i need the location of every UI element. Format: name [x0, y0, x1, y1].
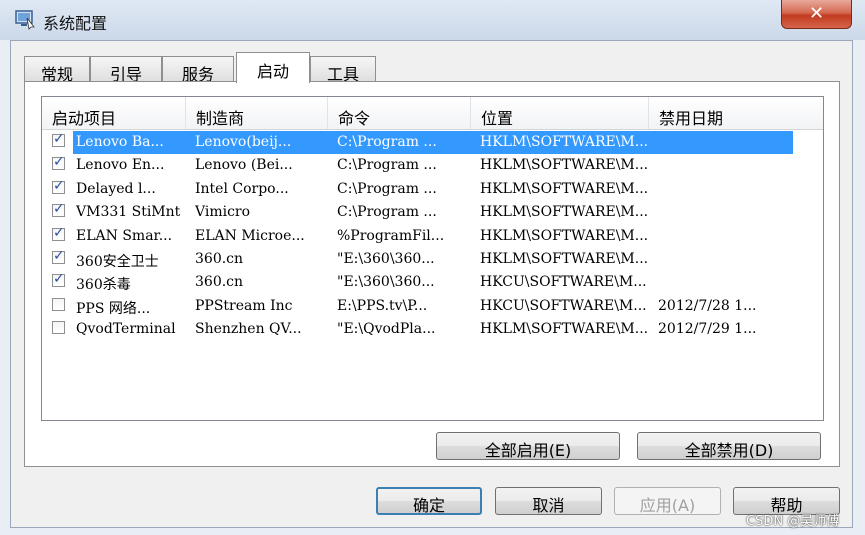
table-row[interactable]: ✓ 360安全卫士 360.cn "E:\360\360... HKLM\SOFTWAR…: [42, 248, 823, 271]
checkmark-icon: ✓: [53, 177, 65, 194]
startup-list[interactable]: 启动项目 制造商 命令 位置 禁用日期 ✓ Lenovo Ba... Lenovo(…: [41, 96, 824, 421]
table-row[interactable]: ✓ Lenovo En... Lenovo (Bei... C:\Program ..…: [42, 154, 823, 177]
disable-all-button[interactable]: 全部禁用(D): [637, 432, 821, 460]
title-bar[interactable]: 系统配置 ✕: [0, 0, 865, 40]
command-cell: "E:\QvodPla...: [337, 321, 436, 338]
manufacturer-cell: ELAN Microe...: [195, 227, 305, 244]
startup-item-name: Lenovo Ba...: [76, 134, 164, 150]
manufacturer-cell: Lenovo (Bei...: [195, 157, 293, 174]
startup-checkbox[interactable]: ✓: [52, 131, 65, 147]
command-cell: C:\Program ...: [337, 157, 437, 174]
disabled-date-cell: 2012/7/29 1...: [658, 321, 757, 338]
location-cell: HKLM\SOFTWARE\M...: [480, 180, 648, 197]
table-row[interactable]: ✓ Lenovo Ba... Lenovo(beij... C:\Program ..…: [42, 131, 823, 154]
manufacturer-cell: 360.cn: [195, 251, 244, 267]
startup-checkbox[interactable]: ✓: [52, 201, 65, 218]
watermark: CSDN @吴师傅: [746, 514, 840, 529]
table-row[interactable]: ✓ ELAN Smar... ELAN Microe... %ProgramFil..…: [42, 225, 823, 248]
startup-item-name: 360安全卫士: [76, 254, 159, 270]
location-cell: HKLM\SOFTWARE\M...: [480, 321, 648, 338]
table-row[interactable]: ✓ 360杀毒 360.cn "E:\360\360... HKCU\SOFTWARE\…: [42, 271, 823, 294]
command-cell: C:\Program ...: [337, 180, 437, 197]
startup-checkbox[interactable]: ✓: [52, 271, 65, 288]
window-title: 系统配置: [43, 14, 108, 33]
startup-item-name: QvodTerminal: [76, 321, 176, 338]
checkmark-icon: ✓: [53, 248, 65, 264]
table-row[interactable]: PPS 网络... PPStream Inc E:\PPS.tv\P... HKCU\…: [42, 295, 823, 318]
command-cell: C:\Program ...: [337, 134, 437, 150]
cancel-button[interactable]: 取消: [495, 487, 602, 515]
tab-general[interactable]: 常规: [24, 56, 90, 84]
column-disabled-date[interactable]: 禁用日期: [649, 97, 823, 129]
location-cell: HKLM\SOFTWARE\M...: [480, 204, 648, 221]
checkmark-icon: ✓: [53, 201, 65, 218]
checkmark-icon: ✓: [53, 131, 65, 147]
tab-startup[interactable]: 启动: [236, 52, 310, 83]
startup-checkbox[interactable]: ✓: [52, 248, 65, 264]
command-cell: %ProgramFil...: [337, 227, 445, 244]
command-cell: "E:\360\360...: [337, 274, 435, 291]
checkmark-icon: ✓: [53, 154, 65, 171]
manufacturer-cell: 360.cn: [195, 274, 244, 291]
location-cell: HKCU\SOFTWARE\M...: [480, 297, 647, 314]
manufacturer-cell: Intel Corpo...: [195, 180, 289, 197]
apply-button[interactable]: 应用(A): [614, 487, 721, 515]
startup-checkbox[interactable]: [52, 321, 65, 335]
monitor-icon: [15, 10, 35, 30]
manufacturer-cell: Lenovo(beij...: [195, 134, 292, 150]
location-cell: HKCU\SOFTWARE\M...: [480, 274, 647, 291]
checkmark-icon: ✓: [53, 224, 65, 241]
startup-checkbox[interactable]: [52, 297, 65, 311]
table-row[interactable]: ✓ Delayed l... Intel Corpo... C:\Program ..…: [42, 178, 823, 201]
column-startup-item[interactable]: 启动项目: [42, 97, 186, 129]
startup-checkbox[interactable]: ✓: [52, 177, 65, 194]
enable-all-button[interactable]: 全部启用(E): [436, 432, 620, 460]
location-cell: HKLM\SOFTWARE\M...: [480, 227, 648, 244]
tab-tools[interactable]: 工具: [310, 56, 376, 84]
startup-item-name: PPS 网络...: [76, 300, 151, 317]
startup-item-name: ELAN Smar...: [76, 227, 173, 244]
close-button[interactable]: ✕: [781, 0, 852, 29]
command-cell: "E:\360\360...: [337, 251, 435, 267]
startup-item-name: VM331 StiMnt: [76, 204, 181, 221]
tab-services[interactable]: 服务: [162, 56, 234, 84]
manufacturer-cell: Shenzhen QV...: [195, 321, 302, 338]
table-row[interactable]: ✓ VM331 StiMnt Vimicro C:\Program ... HKLM\S…: [42, 201, 823, 224]
list-header: 启动项目 制造商 命令 位置 禁用日期: [42, 97, 823, 130]
checkmark-icon: ✓: [53, 271, 65, 288]
startup-checkbox[interactable]: ✓: [52, 154, 65, 171]
manufacturer-cell: Vimicro: [195, 204, 251, 221]
disabled-date-cell: 2012/7/28 1...: [658, 297, 757, 314]
startup-item-name: Lenovo En...: [76, 157, 165, 174]
command-cell: E:\PPS.tv\P...: [337, 297, 428, 314]
manufacturer-cell: PPStream Inc: [195, 297, 293, 314]
close-icon: ✕: [808, 3, 825, 24]
startup-item-name: 360杀毒: [76, 277, 131, 294]
location-cell: HKLM\SOFTWARE\M...: [480, 251, 648, 267]
startup-checkbox[interactable]: ✓: [52, 224, 65, 241]
tab-boot[interactable]: 引导: [90, 56, 162, 84]
tab-strip: 常规 引导 服务 启动 工具: [24, 52, 384, 84]
location-cell: HKLM\SOFTWARE\M...: [480, 134, 648, 150]
startup-item-name: Delayed l...: [76, 180, 156, 197]
column-location[interactable]: 位置: [471, 97, 649, 129]
table-row[interactable]: QvodTerminal Shenzhen QV... "E:\QvodPla...…: [42, 318, 823, 341]
column-command[interactable]: 命令: [328, 97, 471, 129]
location-cell: HKLM\SOFTWARE\M...: [480, 157, 648, 174]
ok-button[interactable]: 确定: [376, 487, 482, 515]
command-cell: C:\Program ...: [337, 204, 437, 221]
column-manufacturer[interactable]: 制造商: [186, 97, 328, 129]
